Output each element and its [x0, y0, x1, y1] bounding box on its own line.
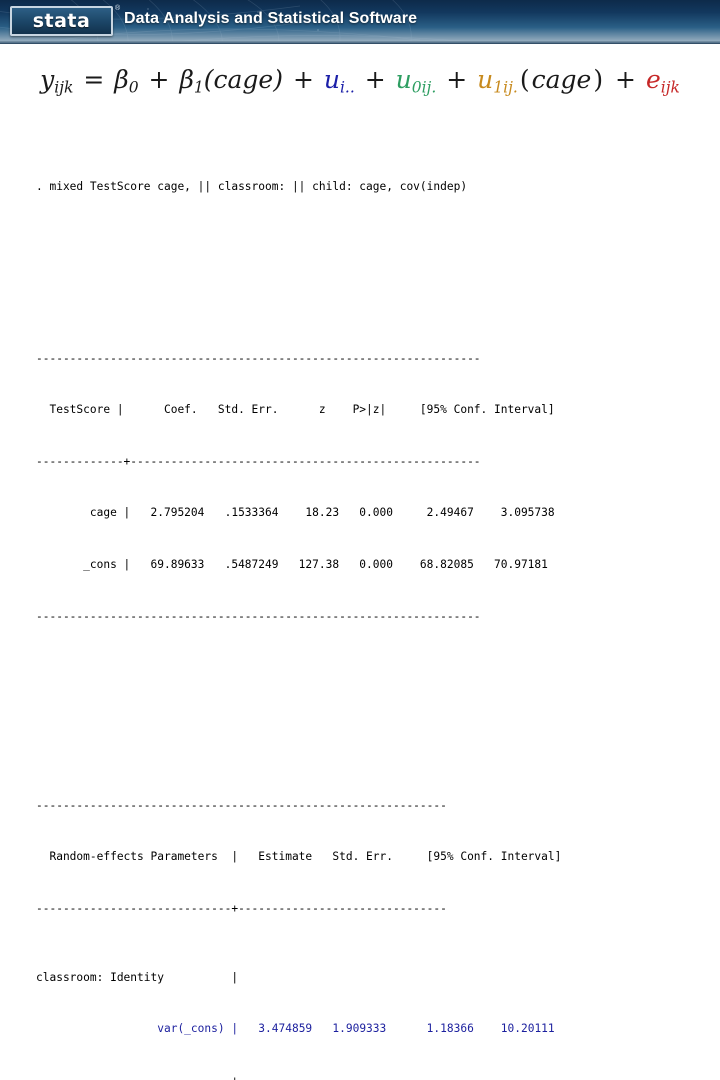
- random-table-rule-mid-2: -----------------------------+----------…: [0, 1072, 720, 1080]
- param-label-var-cons: var(_cons) |: [36, 1022, 239, 1036]
- random-group-label-classroom: classroom: Identity |: [36, 970, 239, 984]
- equation-cage-close: ): [593, 65, 604, 94]
- stata-results-window[interactable]: . mixed TestScore cage, || classroom: ||…: [0, 126, 720, 1080]
- equation-term-beta0: β0: [114, 65, 139, 97]
- equation-term-u-1ij: u1ij.: [477, 65, 518, 97]
- plus-sign: +: [148, 65, 178, 94]
- equals-sign: =: [83, 65, 113, 94]
- stata-command-line: . mixed TestScore cage, || classroom: ||…: [36, 179, 468, 193]
- table-row: cage | 2.795204 .1533364 18.23 0.000 2.4…: [36, 506, 555, 520]
- random-table-rule-top: ----------------------------------------…: [36, 798, 447, 812]
- equation-cage-factor: (: [519, 65, 530, 94]
- stata-banner: stata ® Data Analysis and Statistical So…: [0, 0, 720, 44]
- stata-logo: stata: [10, 6, 113, 36]
- equation-term-u-i: ui..: [323, 65, 355, 97]
- equation-term-u-0ij: u0ij.: [395, 65, 437, 97]
- fixed-table-rule-mid: -------------+--------------------------…: [36, 454, 481, 468]
- equation-term-beta1: β1(cage): [179, 65, 283, 97]
- fixed-table-header: TestScore | Coef. Std. Err. z P>|z| [95%…: [36, 403, 555, 417]
- fixed-table-rule-bottom: ----------------------------------------…: [36, 609, 481, 623]
- random-table-header: Random-effects Parameters | Estimate Std…: [36, 850, 562, 864]
- banner-title: Data Analysis and Statistical Software: [124, 10, 418, 27]
- estimate-value: 3.474859 1.909333 1.18366 10.20111: [238, 1022, 555, 1036]
- model-equation: yijk = β0 + β1(cage) + ui.. + u0ij. + u1…: [0, 52, 720, 108]
- equation-lhs: yijk: [40, 65, 74, 97]
- plus-sign: +: [446, 65, 476, 94]
- registered-trademark-icon: ®: [115, 5, 121, 12]
- equation-cage-label: cage: [531, 65, 592, 94]
- plus-sign: +: [615, 65, 644, 94]
- equation-term-e-ijk: eijk: [645, 65, 680, 97]
- table-row: var(_cons) | 3.474859 1.909333 1.18366 1…: [0, 1020, 720, 1037]
- table-row: _cons | 69.89633 .5487249 127.38 0.000 6…: [36, 557, 548, 571]
- random-table-rule-mid: -----------------------------+----------…: [36, 901, 447, 915]
- plus-sign: +: [292, 65, 322, 94]
- stata-logo-text: stata: [32, 10, 91, 32]
- plus-sign: +: [364, 65, 394, 94]
- banner-bottom-edge: [0, 41, 720, 44]
- fixed-table-rule-top: ----------------------------------------…: [36, 351, 481, 365]
